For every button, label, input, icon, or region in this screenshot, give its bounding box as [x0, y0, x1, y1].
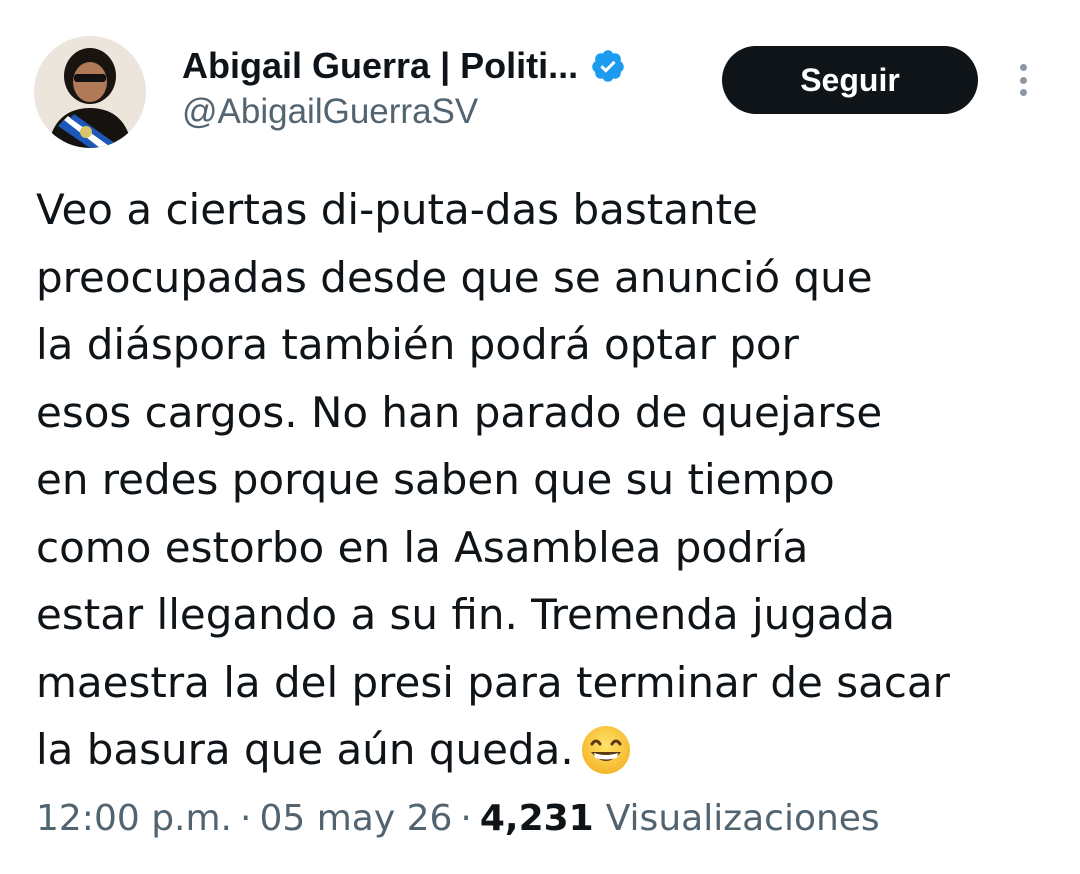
- dot: [1019, 89, 1027, 96]
- grinning-face-emoji-icon: [581, 726, 630, 774]
- tweet-line: estar llegando a su fin. Tremenda jugada: [36, 590, 896, 639]
- verified-badge-icon: [592, 50, 624, 82]
- views-label: Visualizaciones: [605, 798, 880, 839]
- display-name[interactable]: Abigail Guerra | Politi...: [182, 45, 578, 87]
- tweet-line: preocupadas desde que se anunció que: [36, 252, 873, 302]
- display-name-row[interactable]: Abigail Guerra | Politi...: [182, 40, 626, 92]
- tweet-line: Veo a ciertas di-puta-das bastante: [36, 185, 758, 234]
- dot: [1019, 64, 1027, 71]
- tweet-line: como estorbo en la Asamblea podría: [36, 522, 809, 572]
- follow-button[interactable]: Seguir: [722, 46, 978, 114]
- user-handle[interactable]: @AbigailGuerraSV: [182, 92, 478, 132]
- views-count[interactable]: 4,231: [480, 798, 594, 839]
- tweet-line: maestra la del presi para terminar de sa…: [36, 657, 950, 707]
- dot: [1019, 76, 1027, 84]
- tweet-line-text: la basura que aún queda.: [36, 725, 574, 774]
- tweet-time[interactable]: 12:00 p.m.: [36, 798, 232, 839]
- tweet-line: la diáspora también podrá optar por: [36, 320, 799, 369]
- separator: ·: [240, 798, 252, 839]
- tweet-date[interactable]: 05 may 26: [259, 798, 452, 839]
- avatar[interactable]: [34, 36, 146, 148]
- tweet-line: esos cargos. No han parado de quejarse: [36, 387, 883, 437]
- more-options-icon[interactable]: [1008, 60, 1038, 100]
- tweet-last-line: la basura que aún queda.: [36, 716, 1046, 784]
- tweet-meta: 12:00 p.m. · 05 may 26 · 4,231 Visualiza…: [36, 798, 880, 839]
- tweet-line: en redes porque saben que su tiempo: [36, 455, 835, 504]
- tweet-text: Veo a ciertas di-puta-das bastante preoc…: [36, 176, 1046, 784]
- avatar-photo: [34, 36, 146, 148]
- separator: ·: [460, 798, 472, 839]
